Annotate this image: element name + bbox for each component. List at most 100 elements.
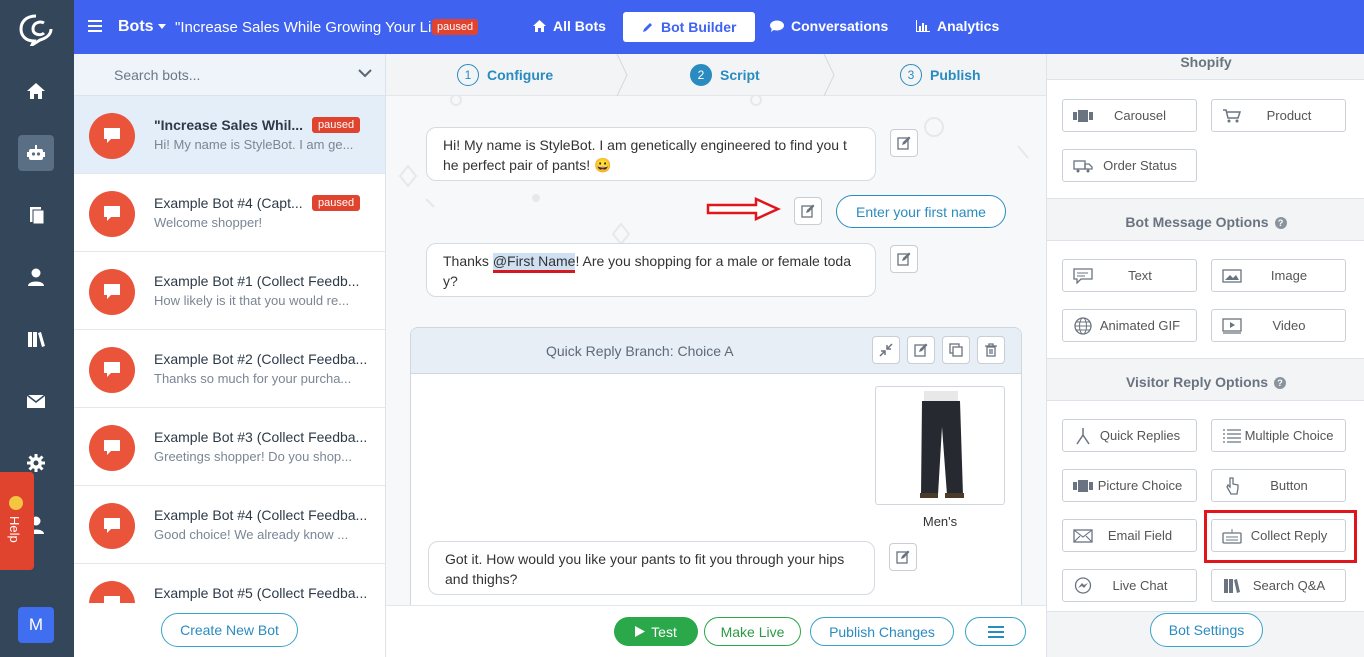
edit-icon[interactable] bbox=[890, 129, 918, 157]
step-label: Publish bbox=[930, 67, 981, 83]
step-divider bbox=[616, 54, 628, 96]
step-configure[interactable]: 1 Configure bbox=[457, 64, 553, 86]
bot-preview: Greetings shopper! Do you shop... bbox=[154, 449, 353, 464]
multiple-choice-button[interactable]: Multiple Choice bbox=[1211, 419, 1346, 452]
document-icon[interactable] bbox=[18, 197, 54, 233]
option-label: Product bbox=[1266, 108, 1312, 123]
chevron-down-icon[interactable] bbox=[358, 66, 372, 80]
carousel-button[interactable]: Carousel bbox=[1062, 99, 1197, 132]
home-icon[interactable] bbox=[18, 73, 54, 109]
chart-icon bbox=[916, 20, 930, 32]
nav-all-bots[interactable]: All Bots bbox=[533, 18, 606, 34]
branch-title: Quick Reply Branch: Choice A bbox=[546, 343, 734, 359]
bot-list-item[interactable]: Example Bot #4 (Capt... Welcome shopper! p… bbox=[74, 174, 385, 252]
text-bubble-icon bbox=[1072, 267, 1094, 284]
text-button[interactable]: Text bbox=[1062, 259, 1197, 292]
quick-replies-button[interactable]: Quick Replies bbox=[1062, 419, 1197, 452]
edit-icon[interactable] bbox=[890, 245, 918, 273]
carousel-icon bbox=[1072, 108, 1094, 124]
bot-list-item[interactable]: Example Bot #3 (Collect Feedba... Greetin… bbox=[74, 408, 385, 486]
section-title-shopify: Shopify bbox=[1180, 54, 1232, 70]
publish-changes-button[interactable]: Publish Changes bbox=[810, 617, 954, 646]
nav-bot-builder-label: Bot Builder bbox=[661, 19, 737, 35]
section-title[interactable]: Bots bbox=[118, 18, 154, 36]
bot-message-bubble[interactable]: Got it. How would you like your pants to… bbox=[428, 541, 875, 595]
message-line: Got it. How would you like your pants to… bbox=[445, 551, 845, 567]
product-button[interactable]: Product bbox=[1211, 99, 1346, 132]
image-icon bbox=[1221, 268, 1243, 284]
step-publish[interactable]: 3 Publish bbox=[900, 64, 981, 86]
edit-icon[interactable] bbox=[794, 197, 822, 225]
live-chat-button[interactable]: Live Chat bbox=[1062, 569, 1197, 602]
bot-list-item[interactable]: Example Bot #2 (Collect Feedba... Thanks … bbox=[74, 330, 385, 408]
highlight-box bbox=[1204, 510, 1357, 563]
bot-name: Example Bot #1 (Collect Feedb... bbox=[154, 273, 360, 289]
bot-message-bubble[interactable]: Hi! My name is StyleBot. I am geneticall… bbox=[426, 127, 876, 181]
reply-input-button[interactable]: Enter your first name bbox=[836, 195, 1006, 228]
user-icon[interactable] bbox=[18, 259, 54, 295]
copy-icon[interactable] bbox=[942, 336, 970, 364]
bot-avatar-icon bbox=[89, 503, 135, 549]
bot-icon[interactable] bbox=[18, 135, 54, 171]
menu-icon[interactable] bbox=[88, 20, 102, 32]
collapse-icon[interactable] bbox=[872, 336, 900, 364]
chevron-down-icon[interactable] bbox=[158, 24, 166, 29]
bot-avatar-icon bbox=[89, 347, 135, 393]
test-button[interactable]: Test bbox=[614, 617, 698, 646]
step-divider bbox=[823, 54, 835, 96]
order-status-button[interactable]: Order Status bbox=[1062, 149, 1197, 182]
product-image[interactable] bbox=[875, 386, 1005, 505]
library-icon[interactable] bbox=[18, 321, 54, 357]
carousel-icon bbox=[1072, 478, 1094, 494]
trash-icon[interactable] bbox=[977, 336, 1005, 364]
option-label: Multiple Choice bbox=[1244, 428, 1334, 443]
option-label: Text bbox=[1128, 268, 1152, 283]
animated-gif-button[interactable]: Animated GIF bbox=[1062, 309, 1197, 342]
mail-icon[interactable] bbox=[18, 383, 54, 419]
message-line: he perfect pair of pants! 😀 bbox=[443, 157, 612, 173]
help-label: Help bbox=[7, 516, 22, 543]
logo-icon[interactable] bbox=[17, 12, 55, 46]
option-label: Animated GIF bbox=[1099, 318, 1181, 333]
bot-preview: How likely is it that you would re... bbox=[154, 293, 350, 308]
search-bar[interactable]: Search bots... bbox=[74, 54, 385, 96]
script-canvas: Hi! My name is StyleBot. I am geneticall… bbox=[386, 96, 1046, 605]
bot-list-item[interactable]: Example Bot #1 (Collect Feedb... How like… bbox=[74, 252, 385, 330]
nav-analytics[interactable]: Analytics bbox=[916, 18, 999, 34]
step-script[interactable]: 2 Script bbox=[690, 64, 760, 86]
search-q-a-button[interactable]: Search Q&A bbox=[1211, 569, 1346, 602]
button-button[interactable]: Button bbox=[1211, 469, 1346, 502]
help-icon[interactable]: ? bbox=[1274, 377, 1287, 389]
bot-preview: Welcome shopper! bbox=[154, 215, 263, 230]
message-line: and thighs? bbox=[445, 571, 518, 587]
bot-name: Example Bot #5 (Collect Feedba... bbox=[154, 585, 368, 601]
edit-icon[interactable] bbox=[889, 543, 917, 571]
more-menu-button[interactable] bbox=[965, 617, 1026, 646]
first-name-variable[interactable]: @First Name bbox=[492, 253, 576, 273]
image-button[interactable]: Image bbox=[1211, 259, 1346, 292]
home-icon bbox=[533, 20, 546, 32]
email-field-button[interactable]: Email Field bbox=[1062, 519, 1197, 552]
message-line: y? bbox=[443, 273, 458, 289]
create-new-bot-button[interactable]: Create New Bot bbox=[161, 613, 298, 647]
bot-list-item[interactable]: Example Bot #4 (Collect Feedba... Good ch… bbox=[74, 486, 385, 564]
bot-list-item[interactable]: "Increase Sales Whil... Hi! My name is St… bbox=[74, 96, 385, 174]
option-label: Video bbox=[1272, 318, 1306, 333]
make-live-button[interactable]: Make Live bbox=[704, 617, 801, 646]
account-avatar[interactable]: M bbox=[18, 607, 54, 643]
video-button[interactable]: Video bbox=[1211, 309, 1346, 342]
nav-conversations[interactable]: Conversations bbox=[770, 18, 888, 34]
picture-choice-button[interactable]: Picture Choice bbox=[1062, 469, 1197, 502]
status-badge: paused bbox=[312, 195, 361, 211]
help-icon[interactable]: ? bbox=[1274, 217, 1287, 229]
nav-bot-builder[interactable]: Bot Builder bbox=[623, 12, 756, 42]
search-input[interactable]: Search bots... bbox=[114, 67, 200, 83]
help-tab[interactable]: Help bbox=[0, 472, 34, 570]
step-label: Script bbox=[720, 67, 760, 83]
pointer-icon bbox=[1221, 476, 1243, 495]
edit-icon[interactable] bbox=[907, 336, 935, 364]
arrow-annotation bbox=[706, 197, 782, 221]
bot-settings-button[interactable]: Bot Settings bbox=[1150, 613, 1263, 647]
bot-message-bubble[interactable]: Thanks @First Name! Are you shopping for… bbox=[426, 243, 876, 297]
envelope-icon bbox=[1072, 528, 1094, 544]
